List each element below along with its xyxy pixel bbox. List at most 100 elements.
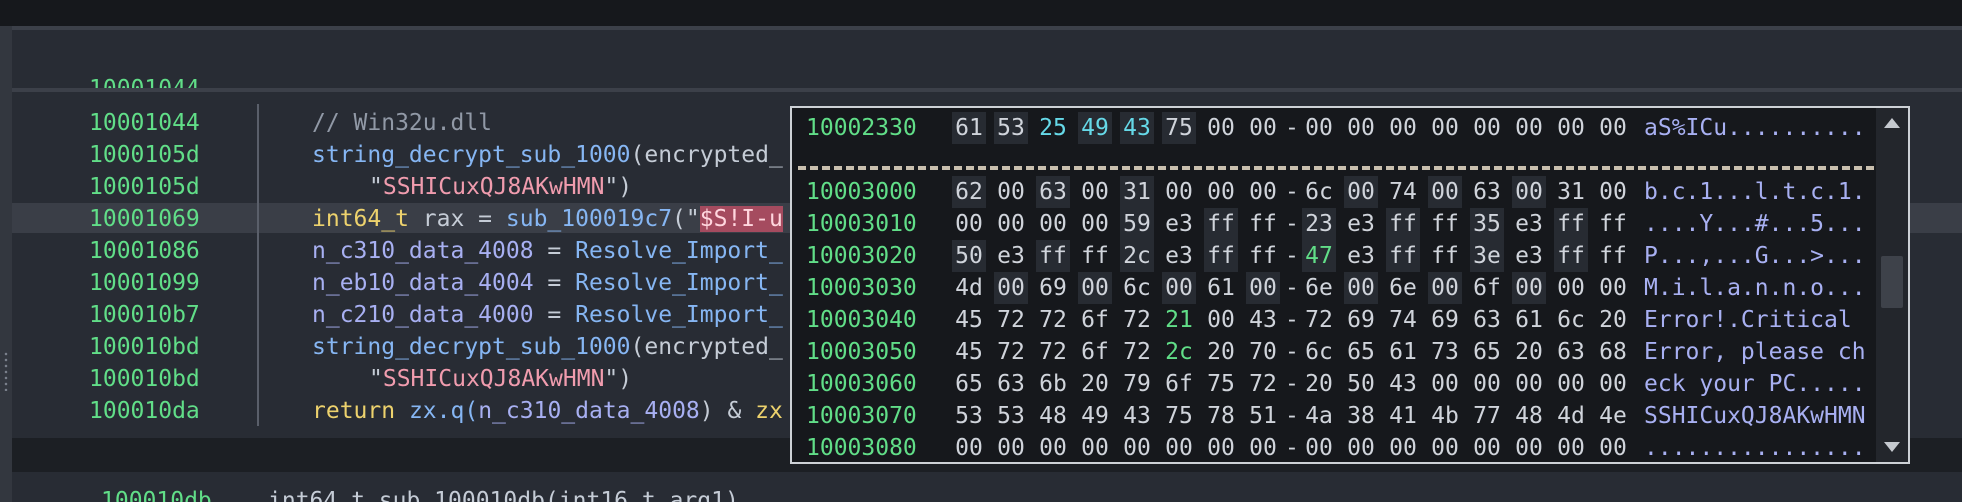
code-line[interactable]: 1000105d "SSHICuxQJ8AKwHMN") <box>0 172 790 202</box>
hex-byte[interactable]: 00 <box>1204 432 1238 462</box>
hex-byte[interactable]: 00 <box>1344 176 1378 208</box>
hex-byte[interactable]: 00 <box>952 208 986 240</box>
hex-byte[interactable]: 69 <box>1344 304 1378 336</box>
line-address[interactable]: 10001086 <box>89 236 200 266</box>
hex-byte[interactable]: 72 <box>994 304 1028 336</box>
hex-byte[interactable]: 31 <box>1554 176 1588 208</box>
hex-byte[interactable]: 72 <box>1302 304 1336 336</box>
line-address[interactable]: 1000105d <box>89 140 200 170</box>
hex-byte[interactable]: e3 <box>1162 208 1196 240</box>
hex-byte[interactable]: 00 <box>1162 272 1196 304</box>
code-text[interactable]: n_c210_data_4000 = Resolve_Import_ <box>312 300 783 330</box>
hex-byte[interactable]: 68 <box>1596 336 1630 368</box>
hex-byte[interactable]: ff <box>1554 208 1588 240</box>
hex-byte[interactable]: e3 <box>1162 240 1196 272</box>
line-address[interactable]: 10001099 <box>89 268 200 298</box>
hex-byte[interactable]: 70 <box>1246 336 1280 368</box>
hex-byte[interactable]: 72 <box>1246 368 1280 400</box>
code-text[interactable]: n_eb10_data_4004 = Resolve_Import_ <box>312 268 783 298</box>
hex-byte[interactable]: 6f <box>1162 368 1196 400</box>
hex-byte[interactable]: 00 <box>1596 368 1630 400</box>
hex-byte[interactable]: 4e <box>1596 400 1630 432</box>
code-text[interactable]: return zx.q(n_c310_data_4008) & zx <box>312 396 783 426</box>
hex-byte[interactable]: 4d <box>1554 400 1588 432</box>
hex-byte[interactable]: 6e <box>1302 272 1336 304</box>
hex-byte[interactable]: 45 <box>952 336 986 368</box>
hex-byte[interactable]: 61 <box>1386 336 1420 368</box>
hex-byte[interactable]: 00 <box>1470 112 1504 144</box>
hex-row[interactable]: 10003050 45 72 72 6f 72 2c 20 70 6c 65 61 73 65 20 63 68… <box>806 336 1876 368</box>
hex-byte[interactable]: 45 <box>952 304 986 336</box>
code-text[interactable]: string_decrypt_sub_1000(encrypted_ <box>312 332 783 362</box>
hex-byte[interactable]: ff <box>1428 208 1462 240</box>
hex-byte[interactable]: ff <box>1386 208 1420 240</box>
hex-byte[interactable]: 61 <box>1204 272 1238 304</box>
hex-byte[interactable]: 00 <box>994 176 1028 208</box>
hex-byte[interactable]: 25 <box>1036 112 1070 144</box>
hex-byte[interactable]: 72 <box>994 336 1028 368</box>
next-function-address[interactable]: 100010db <box>101 486 212 502</box>
hex-byte[interactable]: 00 <box>1386 432 1420 462</box>
hex-byte[interactable]: 00 <box>1246 432 1280 462</box>
hex-byte[interactable]: 00 <box>952 432 986 462</box>
hex-byte[interactable]: 63 <box>1554 336 1588 368</box>
function-header[interactable]: 10001044 uint64_t n_10c2_sub_1044() <box>0 44 1962 132</box>
hex-address[interactable]: 10003040 <box>806 304 917 336</box>
hex-view-popup[interactable]: 10002330 61 53 25 49 43 75 00 00 00 00 00 00 00 00 00 00… <box>790 106 1910 464</box>
hex-byte[interactable]: 47 <box>1302 240 1336 272</box>
hex-byte[interactable]: 6f <box>1470 272 1504 304</box>
hex-address[interactable]: 10003030 <box>806 272 917 304</box>
hex-byte[interactable]: 65 <box>952 368 986 400</box>
hex-byte[interactable]: 65 <box>1344 336 1378 368</box>
hex-byte[interactable]: 43 <box>1386 368 1420 400</box>
hex-byte[interactable]: ff <box>1428 240 1462 272</box>
hex-byte[interactable]: 74 <box>1386 176 1420 208</box>
ascii-column[interactable]: ....Y...#...5... <box>1644 208 1866 240</box>
hex-byte[interactable]: 00 <box>1470 432 1504 462</box>
hex-byte[interactable]: 62 <box>952 176 986 208</box>
hex-byte[interactable]: 69 <box>1036 272 1070 304</box>
hex-byte[interactable]: 41 <box>1386 400 1420 432</box>
hex-byte[interactable]: 48 <box>1512 400 1546 432</box>
hex-byte[interactable]: 00 <box>1204 112 1238 144</box>
hex-byte[interactable]: 00 <box>1162 432 1196 462</box>
hex-byte[interactable]: 20 <box>1204 336 1238 368</box>
hex-byte[interactable]: 00 <box>1596 112 1630 144</box>
hex-byte[interactable]: ff <box>1246 240 1280 272</box>
hex-byte[interactable]: 00 <box>1302 112 1336 144</box>
hex-byte[interactable]: 4d <box>952 272 986 304</box>
hex-byte[interactable]: 69 <box>1428 304 1462 336</box>
line-address[interactable]: 100010bd <box>89 332 200 362</box>
hex-byte[interactable]: 6b <box>1036 368 1070 400</box>
hex-byte[interactable]: 00 <box>1162 176 1196 208</box>
hex-byte[interactable]: 63 <box>994 368 1028 400</box>
hex-byte[interactable]: 00 <box>1344 272 1378 304</box>
hex-address[interactable]: 10002330 <box>806 112 917 144</box>
hex-byte[interactable]: 00 <box>1078 176 1112 208</box>
hex-byte[interactable]: e3 <box>1512 240 1546 272</box>
hex-byte[interactable]: 00 <box>1078 432 1112 462</box>
code-line[interactable]: 100010da return zx.q(n_c310_data_4008) & … <box>0 396 790 426</box>
hex-byte[interactable]: 50 <box>952 240 986 272</box>
hex-byte[interactable]: ff <box>1204 208 1238 240</box>
hex-address[interactable]: 10003000 <box>806 176 917 208</box>
hex-byte[interactable]: ff <box>1386 240 1420 272</box>
hex-byte[interactable]: 00 <box>1428 176 1462 208</box>
hex-byte[interactable]: 21 <box>1162 304 1196 336</box>
hex-byte[interactable]: ff <box>1036 240 1070 272</box>
hex-byte[interactable]: 2c <box>1162 336 1196 368</box>
hex-byte[interactable]: 20 <box>1512 336 1546 368</box>
hex-byte[interactable]: 4b <box>1428 400 1462 432</box>
hex-byte[interactable]: 43 <box>1120 400 1154 432</box>
hex-byte[interactable]: 61 <box>1512 304 1546 336</box>
ascii-column[interactable]: M.i.l.a.n.n.o... <box>1644 272 1866 304</box>
hex-byte[interactable]: 00 <box>1596 432 1630 462</box>
hex-byte[interactable]: 00 <box>1078 208 1112 240</box>
line-address[interactable]: 100010da <box>89 396 200 426</box>
hex-byte[interactable]: 00 <box>1428 112 1462 144</box>
code-text[interactable]: n_c310_data_4008 = Resolve_Import_ <box>312 236 783 266</box>
hex-address[interactable]: 10003010 <box>806 208 917 240</box>
code-line[interactable]: 1000105d string_decrypt_sub_1000(encrypte… <box>0 140 790 170</box>
hex-byte[interactable]: e3 <box>1512 208 1546 240</box>
hex-byte[interactable]: 6f <box>1078 336 1112 368</box>
